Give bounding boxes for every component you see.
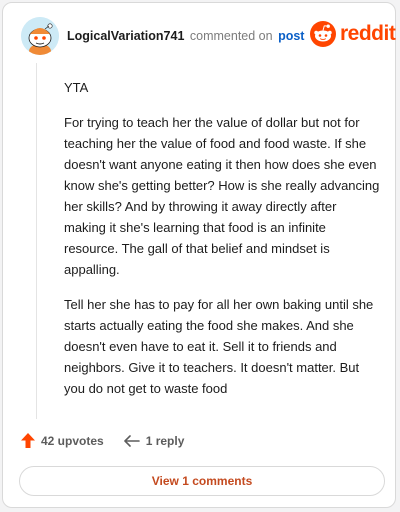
comment-body: YTA For trying to teach her the value of… xyxy=(64,77,380,413)
upvote-button[interactable]: 42 upvotes xyxy=(21,433,104,448)
reply-button[interactable]: 1 reply xyxy=(123,433,185,448)
upvote-count: 42 upvotes xyxy=(41,433,104,448)
reply-arrow-icon xyxy=(123,434,140,447)
reddit-logo-icon xyxy=(310,21,336,47)
reply-count: 1 reply xyxy=(145,433,185,448)
avatar[interactable] xyxy=(21,17,59,55)
upvote-arrow-icon xyxy=(21,433,35,448)
comment-actions: 42 upvotes 1 reply xyxy=(21,433,184,448)
comment-paragraph: YTA xyxy=(64,80,89,95)
reddit-wordmark: reddit xyxy=(340,22,396,45)
snoo-avatar-icon xyxy=(21,17,59,55)
view-comments-button[interactable]: View 1 comments xyxy=(19,466,385,496)
comment-paragraph: For trying to teach her the value of dol… xyxy=(64,115,380,277)
thread-line[interactable] xyxy=(36,63,37,419)
username-link[interactable]: LogicalVariation741 xyxy=(67,29,184,43)
comment-card: LogicalVariation741 commented on post re… xyxy=(2,2,396,508)
reddit-brand[interactable]: reddit xyxy=(310,21,396,47)
comment-header: LogicalVariation741 commented on post xyxy=(67,29,304,43)
comment-paragraph: Tell her she has to pay for all her own … xyxy=(64,297,374,396)
commented-on-text: commented on xyxy=(189,29,273,43)
view-comments-label: View 1 comments xyxy=(151,474,253,488)
post-link[interactable]: post xyxy=(278,29,304,43)
